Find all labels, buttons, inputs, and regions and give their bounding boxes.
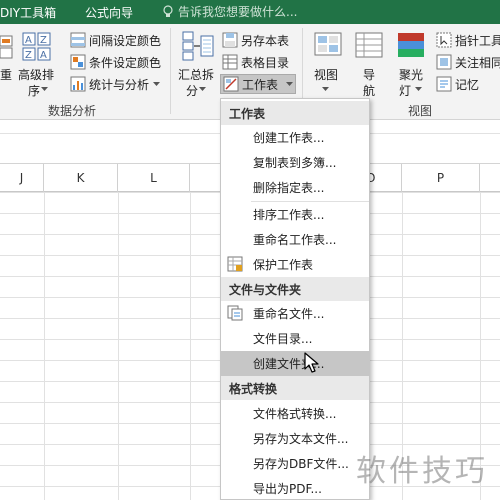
sort-label-partial[interactable]: 重 bbox=[0, 66, 12, 83]
menu-item-rename-files[interactable]: 重命名文件... bbox=[221, 301, 369, 326]
worksheet-dropdown-button[interactable]: 工作表 bbox=[220, 74, 296, 94]
stats-analysis-label: 统计与分析 bbox=[89, 77, 150, 92]
stats-icon bbox=[70, 76, 86, 92]
menu-item-save-as-text[interactable]: 另存为文本文件... bbox=[221, 426, 369, 451]
menu-section-header: 格式转换 bbox=[221, 376, 369, 400]
worksheet-label: 工作表 bbox=[242, 77, 279, 92]
advanced-sort-icon: A Z Z A bbox=[22, 32, 51, 61]
chevron-down-icon bbox=[199, 87, 206, 91]
grid-line bbox=[44, 192, 45, 500]
spotlight-label-2[interactable]: 灯 bbox=[399, 82, 411, 99]
menu-item-protect-sheet[interactable]: 保护工作表 bbox=[221, 252, 369, 277]
menu-item-save-as-dbf[interactable]: 另存为DBF文件... bbox=[221, 451, 369, 476]
memory-icon bbox=[436, 76, 452, 92]
worksheet-icon bbox=[223, 76, 239, 92]
grid-line bbox=[118, 192, 119, 500]
column-header-l[interactable]: L bbox=[118, 164, 190, 192]
view-icon bbox=[314, 32, 342, 56]
summarize-label-2[interactable]: 分 bbox=[186, 82, 198, 99]
menu-section-header: 工作表 bbox=[221, 101, 369, 125]
column-header-k[interactable]: K bbox=[44, 164, 118, 192]
conditional-color-icon bbox=[70, 54, 86, 70]
menu-item-rename-sheet[interactable]: 重命名工作表... bbox=[221, 227, 369, 252]
summarize-label-1[interactable]: 汇总拆 bbox=[178, 66, 214, 83]
navigation-label-2[interactable]: 航 bbox=[363, 82, 375, 99]
worksheet-dropdown-menu: 工作表 创建工作表... 复制表到多簿... 删除指定表... 排序工作表...… bbox=[220, 98, 370, 500]
table-directory-button[interactable]: 表格目录 bbox=[222, 52, 289, 72]
focus-icon bbox=[436, 54, 452, 70]
svg-text:A: A bbox=[40, 50, 47, 61]
menu-item-copy-sheet-to-books[interactable]: 复制表到多簿... bbox=[221, 150, 369, 175]
tell-me-text: 告诉我您想要做什么... bbox=[178, 5, 298, 19]
tab-formula-wizard[interactable]: 公式向导 bbox=[85, 4, 133, 21]
watermark: 软件技巧 bbox=[356, 454, 488, 489]
column-header-p[interactable]: P bbox=[402, 164, 480, 192]
chevron-down-icon bbox=[322, 87, 329, 91]
focus-same-button[interactable]: 关注相同 bbox=[436, 52, 500, 72]
advanced-sort-label-1[interactable]: 高级排 bbox=[18, 66, 54, 83]
chevron-down-icon bbox=[286, 81, 294, 86]
menu-item-file-directory[interactable]: 文件目录... bbox=[221, 326, 369, 351]
interval-color-icon bbox=[70, 32, 86, 48]
conditional-color-label: 条件设定颜色 bbox=[89, 55, 162, 70]
save-as-book-label: 另存本表 bbox=[241, 33, 290, 48]
group-separator bbox=[170, 28, 171, 114]
spotlight-label-1[interactable]: 聚光 bbox=[399, 66, 423, 83]
menu-item-sort-sheets[interactable]: 排序工作表... bbox=[221, 202, 369, 227]
view-label[interactable]: 视图 bbox=[314, 66, 338, 83]
svg-text:A: A bbox=[25, 35, 32, 46]
advanced-sort-label-2[interactable]: 序 bbox=[28, 82, 40, 99]
rename-files-label: 重命名文件... bbox=[253, 307, 325, 321]
chevron-down-icon bbox=[415, 87, 422, 91]
menu-section-header: 文件与文件夹 bbox=[221, 277, 369, 301]
menu-item-create-folders[interactable]: 创建文件夹... bbox=[221, 351, 369, 376]
table-directory-icon bbox=[222, 54, 238, 70]
sort-icon bbox=[0, 35, 13, 59]
mouse-cursor-icon bbox=[304, 352, 319, 373]
stats-analysis-button[interactable]: 统计与分析 bbox=[70, 74, 161, 94]
interval-color-button[interactable]: 间隔设定颜色 bbox=[70, 30, 161, 50]
lightbulb-icon bbox=[163, 4, 173, 17]
save-as-book-button[interactable]: 另存本表 bbox=[222, 30, 289, 50]
menu-item-file-format-convert[interactable]: 文件格式转换... bbox=[221, 401, 369, 426]
summarize-split-icon bbox=[182, 31, 214, 61]
save-as-icon bbox=[222, 32, 238, 48]
memory-button[interactable]: 记忆 bbox=[436, 74, 479, 94]
memory-label: 记忆 bbox=[455, 77, 480, 92]
navigation-icon bbox=[355, 32, 383, 58]
chevron-down-icon bbox=[41, 87, 48, 91]
svg-text:Z: Z bbox=[25, 50, 32, 61]
rename-files-icon bbox=[227, 305, 243, 321]
svg-text:Z: Z bbox=[40, 35, 47, 46]
ribbon-tab-bar: DIY工具箱 公式向导 告诉我您想要做什么... bbox=[0, 0, 500, 24]
navigation-label-1[interactable]: 导 bbox=[363, 66, 375, 83]
menu-item-create-sheet[interactable]: 创建工作表... bbox=[221, 125, 369, 150]
data-analysis-group-label: 数据分析 bbox=[48, 104, 97, 118]
protect-sheet-icon bbox=[227, 256, 243, 272]
focus-same-label: 关注相同 bbox=[455, 55, 500, 70]
view-group-label: 视图 bbox=[408, 104, 433, 118]
protect-sheet-label: 保护工作表 bbox=[253, 258, 314, 272]
table-directory-label: 表格目录 bbox=[241, 55, 290, 70]
pointer-icon bbox=[436, 32, 452, 48]
pointer-tool-label: 指针工具 bbox=[455, 33, 500, 48]
interval-color-label: 间隔设定颜色 bbox=[89, 33, 162, 48]
column-header-j[interactable]: J bbox=[0, 164, 44, 192]
grid-line bbox=[190, 192, 191, 500]
tab-diy-toolbox[interactable]: DIY工具箱 bbox=[0, 4, 56, 21]
pointer-tool-button[interactable]: 指针工具 bbox=[436, 30, 500, 50]
chevron-down-icon bbox=[153, 81, 161, 86]
menu-item-delete-sheet[interactable]: 删除指定表... bbox=[221, 175, 369, 200]
spotlight-icon bbox=[398, 33, 424, 57]
conditional-color-button[interactable]: 条件设定颜色 bbox=[70, 52, 161, 72]
menu-item-export-pdf[interactable]: 导出为PDF... bbox=[221, 476, 369, 499]
tell-me-box[interactable]: 告诉我您想要做什么... bbox=[162, 3, 297, 20]
